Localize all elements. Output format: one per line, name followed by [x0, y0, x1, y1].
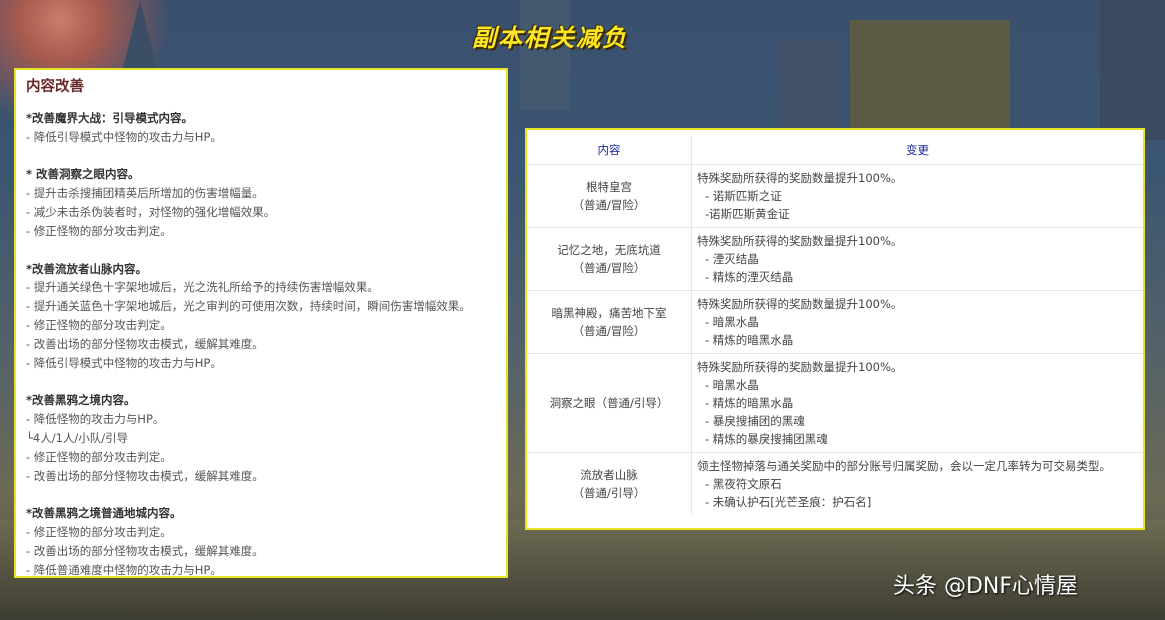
- reward-table: 内容 变更 根特皇宫 （普通/冒险） 特殊奖励所获得的奖励数量提升100%。 - 诺斯…: [527, 136, 1143, 515]
- change-cell: 特殊奖励所获得的奖励数量提升100%。 - 湮灭结晶 - 精炼的湮灭结晶: [691, 227, 1143, 291]
- column-header-content: 内容: [527, 136, 692, 165]
- content-cell: 流放者山脉 （普通/引导）: [527, 452, 692, 515]
- reward-item: -诺斯匹斯黄金证: [705, 207, 790, 221]
- section-title: *改善黑鸦之境普通地城内容。: [26, 506, 182, 521]
- reward-item: - 精炼的暗黑水晶: [705, 333, 794, 347]
- reward-item: - 暗黑水晶: [705, 378, 759, 392]
- content-cell: 暗黑神殿，痛苦地下室 （普通/冒险）: [527, 290, 692, 354]
- content-cell: 根特皇宫 （普通/冒险）: [527, 164, 692, 228]
- change-cell: 特殊奖励所获得的奖励数量提升100%。 - 暗黑水晶 - 精炼的暗黑水晶 - 暴戾搜捕…: [691, 353, 1143, 453]
- section: *改善流放者山脉内容。 - 提升通关绿色十字架地城后，光之洗礼所给予的持续伤害增幅…: [26, 260, 496, 373]
- content-name: 暗黑神殿，痛苦地下室: [551, 306, 667, 320]
- section-title: *改善流放者山脉内容。: [26, 261, 148, 276]
- table-row: 根特皇宫 （普通/冒险） 特殊奖励所获得的奖励数量提升100%。 - 诺斯匹斯之证 -诺…: [527, 164, 1143, 228]
- section-line: - 改善出场的部分怪物攻击模式，缓解其难度。: [26, 468, 264, 483]
- section: *改善黑鸦之境普通地城内容。 - 修正怪物的部分攻击判定。 - 改善出场的部分怪物攻…: [26, 504, 496, 579]
- content-name: （普通/冒险）: [572, 324, 646, 338]
- section-list: *改善魔界大战：引导模式内容。 - 降低引导模式中怪物的攻击力与HP。 * 改善洞察…: [26, 109, 496, 580]
- table-body: 根特皇宫 （普通/冒险） 特殊奖励所获得的奖励数量提升100%。 - 诺斯匹斯之证 -诺…: [527, 164, 1143, 515]
- change-cell: 特殊奖励所获得的奖励数量提升100%。 - 暗黑水晶 - 精炼的暗黑水晶: [691, 290, 1143, 354]
- table-row: 洞察之眼（普通/引导） 特殊奖励所获得的奖励数量提升100%。 - 暗黑水晶 - 精炼…: [527, 353, 1143, 453]
- section-line: - 提升通关绿色十字架地城后，光之洗礼所给予的持续伤害增幅效果。: [26, 280, 379, 295]
- content-name: 洞察之眼（普通/引导）: [549, 396, 669, 410]
- table-header-row: 内容 变更: [527, 136, 1143, 165]
- section-title: *改善魔界大战：引导模式内容。: [26, 110, 194, 125]
- section-line: - 修正怪物的部分攻击判定。: [26, 223, 172, 238]
- section-line: - 提升通关蓝色十字架地城后，光之审判的可使用次数，持续时间，瞬间伤害增幅效果。: [26, 299, 471, 314]
- panel-heading: 内容改善: [26, 79, 84, 95]
- change-text: 特殊奖励所获得的奖励数量提升100%。: [697, 360, 903, 374]
- content-cell: 洞察之眼（普通/引导）: [527, 353, 692, 453]
- reward-item: - 精炼的湮灭结晶: [705, 270, 794, 284]
- reward-item: - 未确认护石[光芒圣痕：护石名]: [705, 495, 872, 509]
- change-text: 特殊奖励所获得的奖励数量提升100%。: [697, 234, 903, 248]
- table-row: 流放者山脉 （普通/引导） 领主怪物掉落与通关奖励中的部分账号归属奖励，会以一定几率…: [527, 452, 1143, 515]
- change-text: 领主怪物掉落与通关奖励中的部分账号归属奖励，会以一定几率转为可交易类型。: [697, 459, 1111, 473]
- column-header-change: 变更: [691, 136, 1143, 165]
- section-title: * 改善洞察之眼内容。: [26, 167, 140, 182]
- section-title: *改善黑鸦之境内容。: [26, 393, 136, 408]
- reward-item: - 精炼的暗黑水晶: [705, 396, 794, 410]
- section: *改善黑鸦之境内容。 - 降低怪物的攻击力与HP。 └4人/1人/小队/引导 - 修正…: [26, 391, 496, 485]
- content-name: （普通/冒险）: [572, 198, 646, 212]
- section-line: - 修正怪物的部分攻击判定。: [26, 317, 172, 332]
- section-line: - 改善出场的部分怪物攻击模式，缓解其难度。: [26, 336, 264, 351]
- reward-item: - 暴戾搜捕团的黑魂: [705, 414, 805, 428]
- section-line: └4人/1人/小队/引导: [26, 430, 129, 445]
- reward-item: - 诺斯匹斯之证: [705, 189, 782, 203]
- change-cell: 领主怪物掉落与通关奖励中的部分账号归属奖励，会以一定几率转为可交易类型。 - 黑夜…: [691, 452, 1143, 515]
- change-cell: 特殊奖励所获得的奖励数量提升100%。 - 诺斯匹斯之证 -诺斯匹斯黄金证: [691, 164, 1143, 228]
- page-title: 副本相关减负: [472, 24, 628, 52]
- reward-item: - 湮灭结晶: [705, 252, 759, 266]
- section: *改善魔界大战：引导模式内容。 - 降低引导模式中怪物的攻击力与HP。: [26, 109, 496, 147]
- content-name: （普通/引导）: [572, 486, 646, 500]
- reward-item: - 黑夜符文原石: [705, 477, 782, 491]
- section-line: - 减少未击杀伪装者时，对怪物的强化增幅效果。: [26, 204, 276, 219]
- content-name: 记忆之地，无底坑道: [557, 243, 661, 257]
- watermark: 头条 @DNF心情屋: [893, 574, 1079, 599]
- change-text: 特殊奖励所获得的奖励数量提升100%。: [697, 171, 903, 185]
- castle-tower: [780, 40, 840, 130]
- content-improvement-panel: 内容改善 *改善魔界大战：引导模式内容。 - 降低引导模式中怪物的攻击力与HP。 *…: [14, 68, 508, 578]
- section: * 改善洞察之眼内容。 - 提升击杀搜捕团精英后所增加的伤害增幅量。 - 减少未击杀…: [26, 165, 496, 240]
- section-line: - 改善出场的部分怪物攻击模式，缓解其难度。: [26, 543, 264, 558]
- castle-tower: [1100, 0, 1165, 140]
- content-name: 流放者山脉: [580, 468, 638, 482]
- reward-item: - 暗黑水晶: [705, 315, 759, 329]
- castle-tower: [520, 0, 570, 110]
- content-cell: 记忆之地，无底坑道 （普通/冒险）: [527, 227, 692, 291]
- section-line: - 降低引导模式中怪物的攻击力与HP。: [26, 355, 222, 370]
- section-line: - 修正怪物的部分攻击判定。: [26, 525, 172, 540]
- change-text: 特殊奖励所获得的奖励数量提升100%。: [697, 297, 903, 311]
- table-row: 暗黑神殿，痛苦地下室 （普通/冒险） 特殊奖励所获得的奖励数量提升100%。 - 暗黑…: [527, 290, 1143, 354]
- section-line: - 降低普通难度中怪物的攻击力与HP。: [26, 562, 222, 577]
- content-name: 根特皇宫: [586, 180, 632, 194]
- section-line: - 修正怪物的部分攻击判定。: [26, 449, 172, 464]
- reward-changes-panel: 内容 变更 根特皇宫 （普通/冒险） 特殊奖励所获得的奖励数量提升100%。 - 诺斯…: [525, 128, 1145, 530]
- section-line: - 降低引导模式中怪物的攻击力与HP。: [26, 129, 222, 144]
- section-line: - 降低怪物的攻击力与HP。: [26, 412, 165, 427]
- content-name: （普通/冒险）: [572, 261, 646, 275]
- table-row: 记忆之地，无底坑道 （普通/冒险） 特殊奖励所获得的奖励数量提升100%。 - 湮灭结…: [527, 227, 1143, 291]
- section-line: - 提升击杀搜捕团精英后所增加的伤害增幅量。: [26, 186, 264, 201]
- reward-item: - 精炼的暴戾搜捕团黑魂: [705, 432, 828, 446]
